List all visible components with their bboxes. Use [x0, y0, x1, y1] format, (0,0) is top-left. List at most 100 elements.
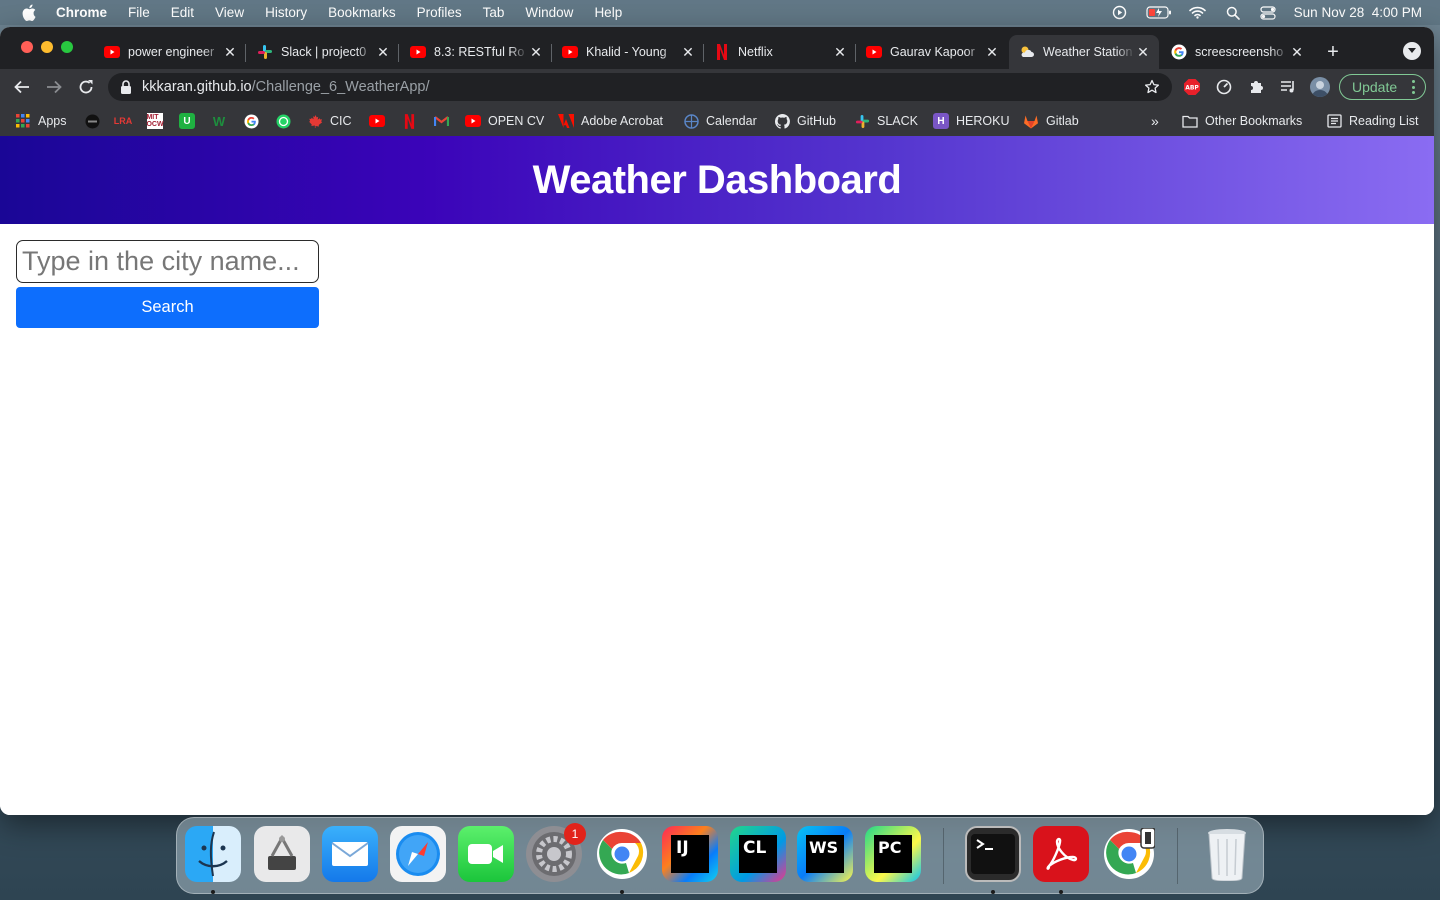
search-button[interactable]: Search	[16, 287, 319, 328]
close-tab-icon[interactable]: ✕	[375, 44, 391, 60]
finder-icon[interactable]	[185, 826, 241, 882]
bookmark-heroku[interactable]: H HEROKU	[933, 113, 1009, 129]
close-tab-icon[interactable]: ✕	[984, 44, 1000, 60]
menu-edit[interactable]: Edit	[171, 5, 194, 20]
bookmark-label: GitHub	[797, 114, 836, 128]
chrome-menu-dots-icon[interactable]	[1412, 80, 1416, 94]
adobe-acrobat-icon[interactable]	[1033, 826, 1089, 882]
menu-view[interactable]: View	[215, 5, 244, 20]
tab-search-chevron-icon[interactable]	[1403, 42, 1421, 60]
tab-khalid-young[interactable]: Khalid - Young ✕	[552, 35, 704, 69]
tab-restful-routes[interactable]: 8.3: RESTful Ro ✕	[400, 35, 552, 69]
menu-profiles[interactable]: Profiles	[417, 5, 462, 20]
facetime-icon[interactable]	[458, 826, 514, 882]
apple-menu-icon[interactable]	[20, 4, 38, 22]
bookmark-other-bookmarks[interactable]: Other Bookmarks	[1182, 113, 1302, 129]
tab-google-search[interactable]: screescreensho ✕	[1161, 35, 1313, 69]
tab-power-engineer[interactable]: power engineer ✕	[94, 35, 246, 69]
bookmark-netflix[interactable]	[401, 113, 424, 129]
bookmark-site-1[interactable]	[84, 113, 107, 129]
close-window-button[interactable]	[21, 41, 33, 53]
chrome-apps-icon[interactable]	[1101, 826, 1157, 882]
zoom-window-button[interactable]	[61, 41, 73, 53]
folder-icon	[1182, 113, 1198, 129]
speed-extension-icon[interactable]	[1215, 78, 1233, 96]
menu-bookmarks[interactable]: Bookmarks	[328, 5, 396, 20]
city-search-input[interactable]	[16, 240, 319, 283]
bookmark-udemy[interactable]: U	[179, 113, 202, 129]
chrome-update-button[interactable]: Update	[1339, 74, 1426, 100]
bookmark-github[interactable]: GitHub	[774, 113, 836, 129]
menu-app-name[interactable]: Chrome	[56, 5, 107, 20]
tab-weather-station[interactable]: Weather Station ✕	[1009, 35, 1159, 69]
close-tab-icon[interactable]: ✕	[1135, 44, 1151, 60]
extensions-puzzle-icon[interactable]	[1247, 78, 1265, 96]
webstorm-icon[interactable]: WS	[797, 826, 853, 882]
bookmark-adobe-acrobat[interactable]: Adobe Acrobat	[558, 113, 663, 129]
reload-icon[interactable]	[77, 78, 95, 96]
running-indicator	[211, 890, 215, 894]
bookmark-star-icon[interactable]	[1144, 79, 1160, 95]
bookmark-lra[interactable]: LRA	[114, 113, 138, 129]
close-tab-icon[interactable]: ✕	[832, 44, 848, 60]
browser-toolbar: kkkaran.github.io/Challenge_6_WeatherApp…	[0, 69, 1434, 105]
menu-file[interactable]: File	[128, 5, 150, 20]
menu-history[interactable]: History	[265, 5, 307, 20]
menu-help[interactable]: Help	[594, 5, 622, 20]
spotlight-search-icon[interactable]	[1224, 6, 1242, 20]
intellij-idea-icon[interactable]: IJ	[662, 826, 718, 882]
back-arrow-icon[interactable]	[13, 78, 31, 96]
safari-compass-icon[interactable]	[390, 826, 446, 882]
google-icon	[1171, 44, 1187, 60]
forward-arrow-icon[interactable]	[45, 78, 63, 96]
tab-gaurav-kapoor[interactable]: Gaurav Kapoor ✕	[856, 35, 1008, 69]
adblock-plus-icon[interactable]: ABP	[1183, 78, 1201, 96]
close-tab-icon[interactable]: ✕	[528, 44, 544, 60]
bookmark-slack[interactable]: SLACK	[854, 113, 918, 129]
close-tab-icon[interactable]: ✕	[1289, 44, 1305, 60]
mail-icon[interactable]	[322, 826, 378, 882]
lock-icon[interactable]	[120, 80, 132, 94]
bookmarks-overflow-chevron-icon[interactable]: »	[1151, 113, 1159, 129]
bookmark-google[interactable]	[243, 113, 266, 129]
clion-icon[interactable]: CL	[730, 826, 786, 882]
reading-list-icon	[1326, 113, 1342, 129]
menu-window[interactable]: Window	[525, 5, 573, 20]
tab-separator	[245, 44, 246, 62]
google-chrome-icon[interactable]	[594, 826, 650, 882]
profile-avatar[interactable]	[1310, 77, 1330, 97]
bookmark-reading-list[interactable]: Reading List	[1326, 113, 1419, 129]
youtube-icon	[866, 44, 882, 60]
terminal-icon[interactable]	[965, 826, 1021, 882]
tab-slack[interactable]: Slack | project0 ✕	[247, 35, 399, 69]
bookmark-gmail[interactable]	[433, 113, 456, 129]
w-icon: W	[212, 113, 226, 129]
dock-separator	[943, 828, 944, 884]
battery-icon[interactable]	[1146, 6, 1172, 20]
bookmark-w[interactable]: W	[211, 113, 234, 129]
media-queue-icon[interactable]	[1279, 78, 1297, 96]
control-center-icon[interactable]	[1259, 5, 1277, 20]
new-tab-plus-icon[interactable]: +	[1324, 42, 1342, 62]
bookmark-mit-ocw[interactable]: MIT OCW	[146, 113, 170, 129]
bookmark-gitlab[interactable]: Gitlab	[1023, 113, 1079, 129]
menu-tab[interactable]: Tab	[483, 5, 505, 20]
system-information-icon[interactable]	[254, 826, 310, 882]
bookmark-youtube[interactable]	[369, 113, 392, 129]
pycharm-icon[interactable]: PC	[865, 826, 921, 882]
trash-icon[interactable]	[1199, 826, 1255, 882]
bookmark-apps[interactable]: Apps	[15, 113, 67, 129]
address-bar[interactable]: kkkaran.github.io/Challenge_6_WeatherApp…	[108, 73, 1172, 101]
play-circle-icon[interactable]	[1111, 5, 1129, 20]
bookmark-whatsapp[interactable]	[275, 113, 298, 129]
minimize-window-button[interactable]	[41, 41, 53, 53]
close-tab-icon[interactable]: ✕	[222, 44, 238, 60]
tab-netflix[interactable]: Netflix ✕	[704, 35, 856, 69]
menu-bar-clock[interactable]: Sun Nov 28 4:00 PM	[1294, 5, 1422, 20]
bookmark-calendar[interactable]: Calendar	[683, 113, 757, 129]
bookmark-open-cv[interactable]: OPEN CV	[465, 113, 544, 129]
bookmark-cic[interactable]: CIC	[307, 113, 352, 129]
wifi-icon[interactable]	[1189, 6, 1207, 20]
mit-ocw-icon: MIT OCW	[146, 113, 164, 129]
close-tab-icon[interactable]: ✕	[680, 44, 696, 60]
